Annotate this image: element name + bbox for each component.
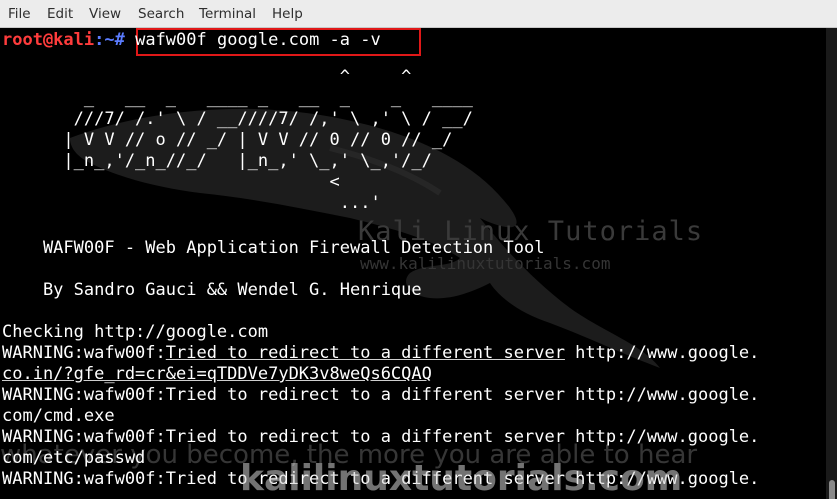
warning-message: Tried to redirect to a different server	[165, 343, 565, 363]
menu-terminal[interactable]: Terminal	[199, 6, 256, 22]
warning-url: http://www.google.	[564, 385, 760, 405]
warning-prefix: WARNING:wafw00f:	[2, 427, 166, 447]
scrollbar-thumb[interactable]	[829, 480, 835, 499]
menu-view[interactable]: View	[89, 6, 121, 22]
output-warning-line: WARNING:wafw00f:Tried to redirect to a d…	[2, 385, 759, 406]
menu-help[interactable]: Help	[272, 6, 303, 22]
warning-message: Tried to redirect to a different server	[165, 427, 565, 447]
command-text: wafw00f google.com -a -v	[135, 30, 381, 50]
tool-authors: By Sandro Gauci && Wendel G. Henrique	[2, 280, 422, 300]
terminal-view[interactable]: root@kali:~# wafw00f google.com -a -v ^ …	[0, 28, 826, 499]
banner-line: ...'	[2, 193, 381, 213]
menu-edit[interactable]: Edit	[47, 6, 73, 22]
banner-line: |_n_,'/_n_//_/ |_n_,' \_,' \_,'/_/	[2, 151, 432, 171]
menu-file[interactable]: File	[8, 6, 31, 22]
warning-message: Tried to redirect to a different server	[165, 385, 565, 405]
menu-bar: File Edit View Search Terminal Help	[0, 0, 837, 28]
terminal-scrollbar[interactable]	[826, 28, 837, 499]
warning-prefix: WARNING:wafw00f:	[2, 469, 166, 489]
banner-line: <	[2, 172, 340, 192]
tool-title: WAFW00F - Web Application Firewall Detec…	[2, 238, 545, 258]
warning-url-cont: co.in/?gfe_rd=cr&ei=qTDDVe7yDK3v8weQs6CQ…	[2, 364, 432, 384]
watermark-bottom: kalilinuxtutorials.com	[240, 458, 683, 499]
prompt-separator: :~#	[94, 30, 125, 50]
warning-prefix: WARNING:wafw00f:	[2, 385, 166, 405]
banner-line: | V V // o // _/ | V V // 0 // 0 // _/	[2, 130, 453, 150]
output-checking: Checking http://google.com	[2, 322, 269, 342]
banner-line: ^ ^	[2, 67, 412, 87]
output-wrap-line: co.in/?gfe_rd=cr&ei=qTDDVe7yDK3v8weQs6CQ…	[2, 364, 432, 385]
banner-line: _ __ _ ____ _ __ _ _ ____	[2, 88, 473, 108]
banner-line: ///7/ /.' \ / __////7/ /,' \ ,' \ / __/	[2, 109, 473, 129]
prompt-user-host: root@kali	[2, 30, 95, 50]
output-warning-line: WARNING:wafw00f:Tried to redirect to a d…	[2, 427, 759, 448]
menu-search[interactable]: Search	[138, 6, 184, 22]
prompt-line: root@kali:~# wafw00f google.com -a -v	[2, 30, 381, 51]
output-wrap-line: com/cmd.exe	[2, 406, 115, 426]
warning-prefix: WARNING:wafw00f:	[2, 343, 166, 363]
warning-url: http://www.google.	[564, 343, 760, 363]
output-warning-line: WARNING:wafw00f:Tried to redirect to a d…	[2, 343, 759, 364]
output-wrap-line: com/etc/passwd	[2, 448, 146, 468]
warning-url: http://www.google.	[564, 427, 760, 447]
